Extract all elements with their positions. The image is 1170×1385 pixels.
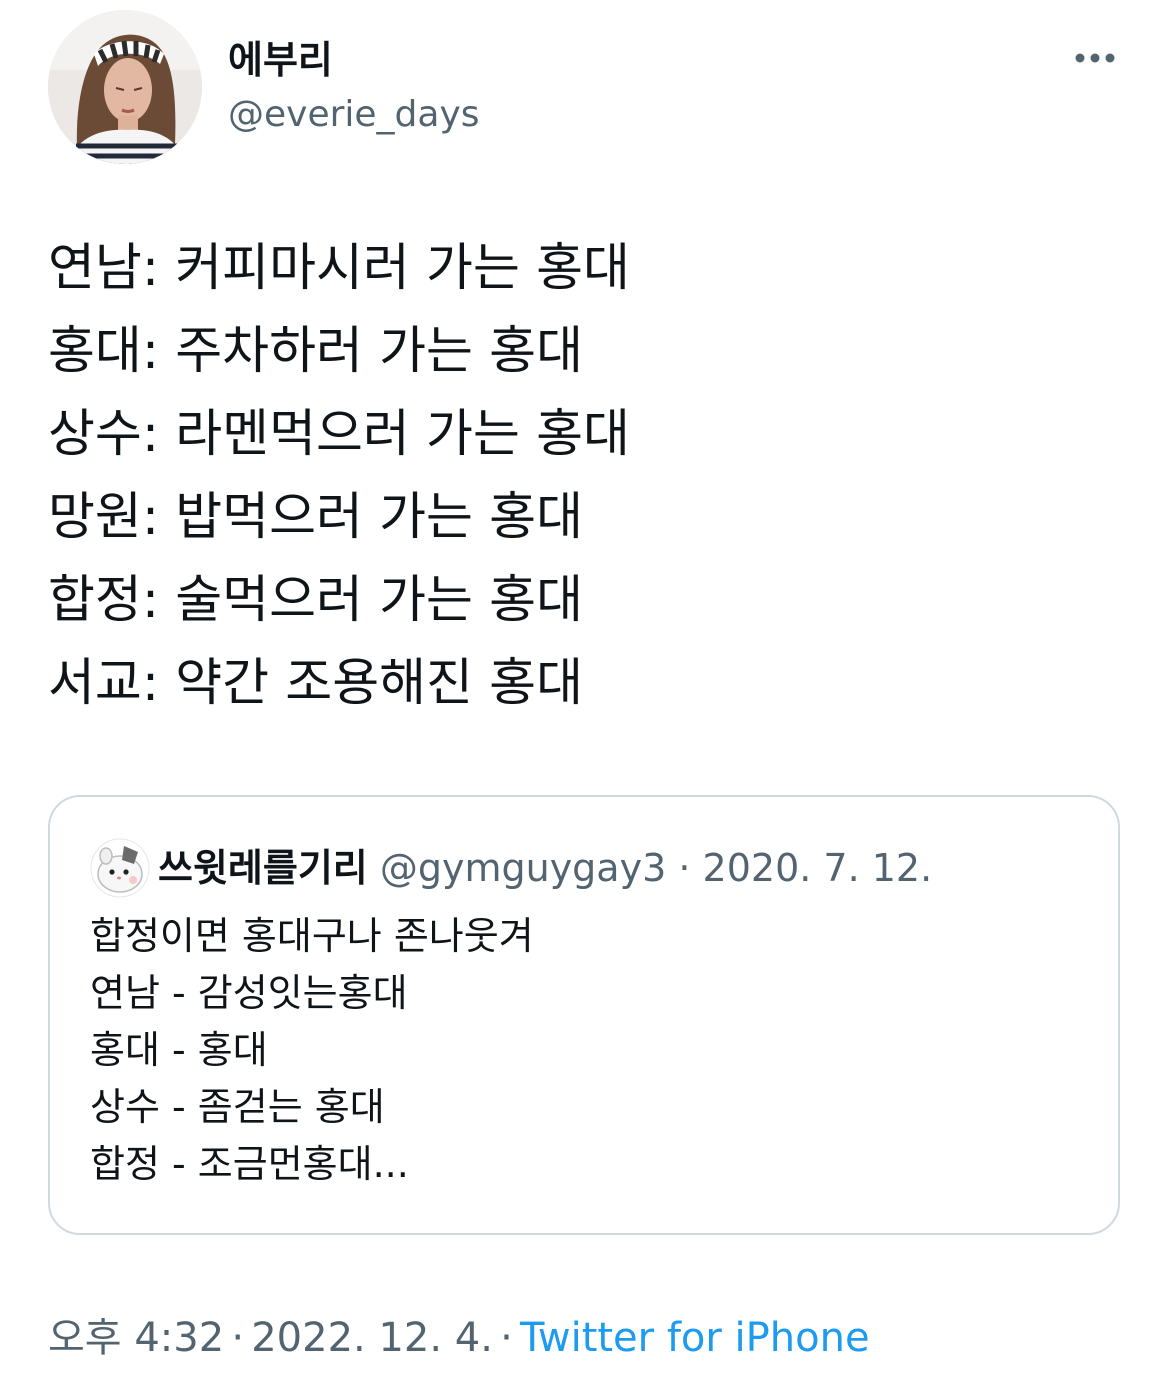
- quoted-tweet-text: 합정이면 홍대구나 존나웃겨 연남 - 감성잇는홍대 홍대 - 홍대 상수 - …: [90, 908, 534, 1193]
- quoted-line: 연남 - 감성잇는홍대: [90, 971, 408, 1015]
- quoted-meta-separator: ·: [678, 846, 691, 890]
- author-avatar[interactable]: [48, 10, 202, 164]
- tweet-footer: 오후 4:32 · 2022. 12. 4. · Twitter for iPhone: [48, 1312, 870, 1364]
- tweet-line: 서교: 약간 조용해진 홍대: [48, 654, 584, 713]
- footer-separator: ·: [231, 1315, 245, 1361]
- tweet-source-link[interactable]: Twitter for iPhone: [520, 1315, 870, 1361]
- tweet-time[interactable]: 오후 4:32: [48, 1315, 224, 1361]
- quoted-line: 합정이면 홍대구나 존나웃겨: [90, 914, 534, 958]
- quoted-author-name[interactable]: 쓰윗레를기리: [158, 846, 368, 890]
- footer-separator: ·: [500, 1315, 513, 1361]
- quoted-tweet-card[interactable]: 쓰윗레를기리 @gymguygay3 · 2020. 7. 12. 합정이면 홍…: [48, 795, 1120, 1235]
- author-display-name[interactable]: 에부리: [228, 36, 333, 84]
- hamster-avatar-icon: [90, 838, 150, 898]
- quoted-tweet-date[interactable]: 2020. 7. 12.: [703, 846, 933, 890]
- quoted-line: 홍대 - 홍대: [90, 1028, 268, 1072]
- author-handle[interactable]: @everie_days: [228, 93, 480, 137]
- quoted-author-avatar[interactable]: [90, 838, 150, 898]
- quoted-tweet-header: 쓰윗레를기리 @gymguygay3 · 2020. 7. 12.: [158, 845, 932, 891]
- tweet-date[interactable]: 2022. 12. 4.: [251, 1315, 493, 1361]
- tweet-line: 상수: 라멘먹으러 가는 홍대: [48, 405, 630, 464]
- tweet-line: 홍대: 주차하러 가는 홍대: [48, 322, 584, 381]
- tweet-text: 연남: 커피마시러 가는 홍대 홍대: 주차하러 가는 홍대 상수: 라멘먹으러…: [48, 227, 1118, 725]
- tweet-line: 망원: 밥먹으러 가는 홍대: [48, 488, 584, 547]
- quoted-line: 상수 - 좀걷는 홍대: [90, 1085, 385, 1129]
- quoted-line: 합정 - 조금먼홍대...: [90, 1142, 409, 1186]
- more-horizontal-icon[interactable]: [1072, 46, 1118, 70]
- avatar-image: [48, 10, 202, 164]
- quoted-author-handle[interactable]: @gymguygay3: [380, 846, 666, 890]
- tweet-line: 합정: 술먹으러 가는 홍대: [48, 571, 584, 630]
- tweet-line: 연남: 커피마시러 가는 홍대: [48, 239, 630, 298]
